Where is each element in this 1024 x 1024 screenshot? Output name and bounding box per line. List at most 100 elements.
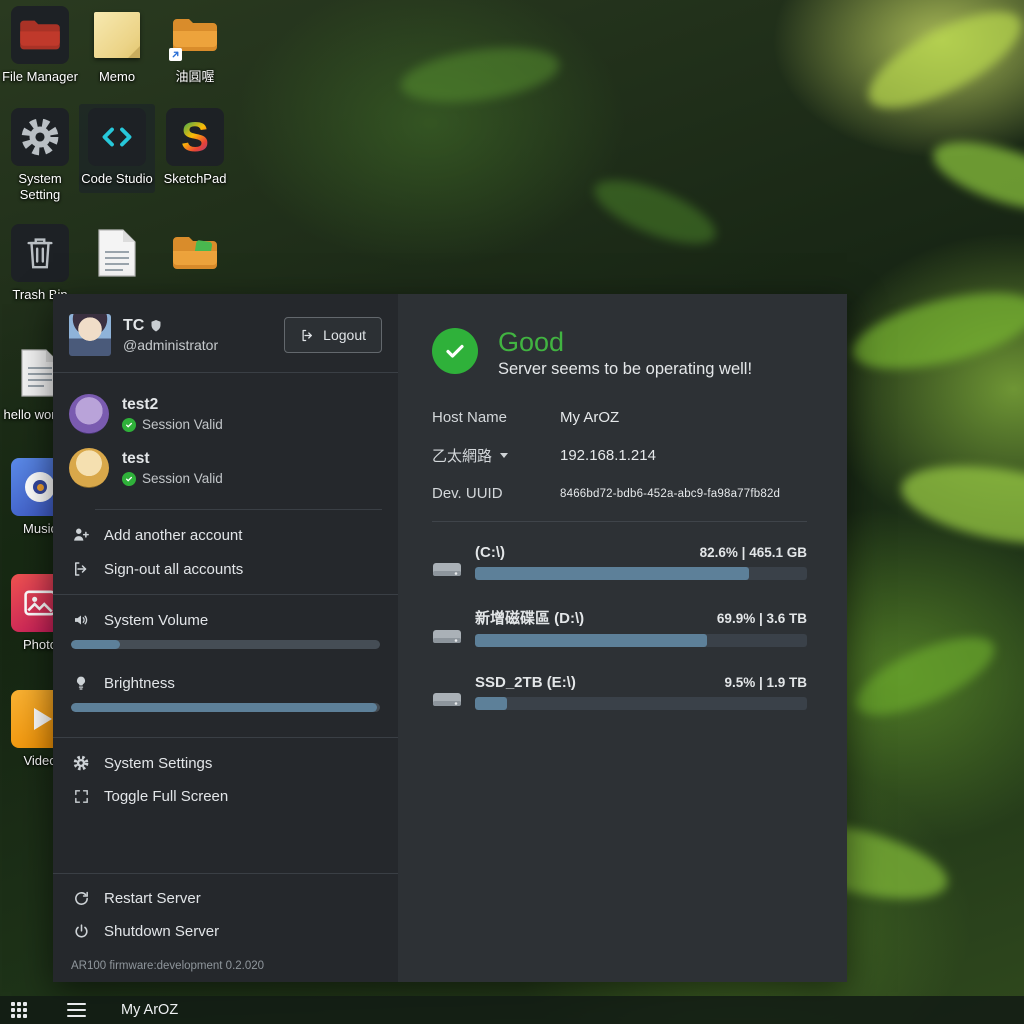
icon-label: Music: [23, 521, 57, 537]
gear-icon: [71, 754, 91, 772]
folder-shortcut-icon: [166, 6, 224, 64]
system-settings-item[interactable]: System Settings: [53, 746, 398, 780]
speaker-icon: [71, 611, 91, 629]
disk-row: (C:\) 82.6% | 465.1 GB: [432, 544, 807, 580]
status-message: Server seems to be operating well!: [498, 360, 752, 379]
session-status: Session Valid: [142, 471, 223, 486]
menu-label: Add another account: [104, 527, 242, 544]
host-value: My ArOZ: [560, 409, 619, 426]
check-icon: [122, 418, 136, 432]
menu-label: System Settings: [104, 755, 212, 772]
shield-icon: [150, 319, 162, 333]
chevron-down-icon: [500, 453, 508, 458]
icon-label: Code Studio: [81, 171, 153, 187]
menu-label: Shutdown Server: [104, 923, 219, 940]
ip-address: 192.168.1.214: [560, 447, 656, 464]
power-actions: Restart Server Shutdown Server AR100 fir…: [53, 873, 398, 982]
disk-name: (C:\): [475, 544, 505, 561]
menu-label: Restart Server: [104, 890, 201, 907]
leaf-shape: [856, 0, 1024, 126]
disk-row: SSD_2TB (E:\) 9.5% | 1.9 TB: [432, 674, 807, 710]
trash-icon: [11, 224, 69, 282]
folder-green-icon: [166, 224, 224, 282]
desktop-icon-system-setting[interactable]: System Setting: [2, 108, 78, 202]
disk-usage-bar: [475, 697, 807, 710]
desktop-icon-folder-shortcut[interactable]: 油圓喔: [157, 6, 233, 85]
logout-icon: [300, 328, 315, 343]
host-row: Host Name My ArOZ: [432, 409, 807, 426]
restart-server-item[interactable]: Restart Server: [53, 882, 398, 915]
leaf-shape: [397, 39, 562, 111]
disk-name: SSD_2TB (E:\): [475, 674, 576, 691]
file-manager-icon: [11, 6, 69, 64]
desktop-icon-code-studio[interactable]: Code Studio: [79, 104, 155, 193]
system-volume-item: System Volume: [53, 603, 398, 637]
gear-icon: [11, 108, 69, 166]
desktop-icon-document[interactable]: [79, 224, 155, 287]
sign-out-icon: [71, 560, 91, 578]
menu-label: Toggle Full Screen: [104, 788, 228, 805]
disk-row: 新增磁碟區 (D:\) 69.9% | 3.6 TB: [432, 607, 807, 647]
logout-button[interactable]: Logout: [284, 317, 382, 353]
menu-button[interactable]: [56, 996, 97, 1024]
accounts-list: test2 Session Valid test: [53, 373, 398, 509]
fullscreen-icon: [71, 788, 91, 805]
disk-usage: 69.9% | 3.6 TB: [717, 611, 807, 626]
volume-fill: [71, 640, 120, 649]
account-actions: Add another account Sign-out all account…: [53, 510, 398, 594]
desktop-icon-file-manager[interactable]: File Manager: [2, 6, 78, 85]
disk-usage-bar: [475, 567, 807, 580]
network-selector[interactable]: 乙太網路: [432, 445, 560, 466]
drive-icon: [432, 690, 462, 710]
user-panel: TC @administrator Logout test2: [53, 294, 398, 982]
account-name: test: [122, 450, 223, 468]
brightness-fill: [71, 703, 377, 712]
desktop-icon-sketchpad[interactable]: S SketchPad: [157, 108, 233, 187]
disk-usage: 82.6% | 465.1 GB: [700, 545, 807, 560]
menu-label: System Volume: [104, 612, 208, 629]
avatar: [69, 394, 109, 434]
icon-label: System Setting: [2, 171, 78, 202]
firmware-version: AR100 firmware:development 0.2.020: [53, 956, 398, 982]
volume-slider[interactable]: [71, 640, 380, 649]
app-launcher-button[interactable]: [0, 996, 38, 1024]
leaf-shape: [926, 128, 1024, 224]
desktop-icon-folder-green[interactable]: [157, 224, 233, 287]
power-icon: [71, 923, 91, 940]
desktop-icon-memo[interactable]: Memo: [79, 6, 155, 85]
status-header: Good Server seems to be operating well!: [432, 328, 807, 379]
taskbar-title: My ArOZ: [121, 1002, 178, 1018]
menu-label: Brightness: [104, 675, 175, 692]
icon-label: Memo: [99, 69, 135, 85]
network-row: 乙太網路 192.168.1.214: [432, 445, 807, 466]
logout-label: Logout: [323, 327, 366, 343]
leaf-shape: [896, 452, 1024, 557]
account-row[interactable]: test2 Session Valid: [69, 387, 382, 441]
uuid-value: 8466bd72-bdb6-452a-abc9-fa98a77fb82d: [560, 488, 780, 500]
user-status-panel: TC @administrator Logout test2: [53, 294, 847, 982]
brightness-slider[interactable]: [71, 703, 380, 712]
user-name: TC: [123, 317, 144, 335]
memo-icon: [88, 6, 146, 64]
shortcut-arrow-icon: [169, 48, 182, 61]
icon-label: File Manager: [2, 69, 78, 85]
menu-label: Sign-out all accounts: [104, 561, 243, 578]
icon-label: Photo: [23, 637, 57, 653]
toggle-fullscreen-item[interactable]: Toggle Full Screen: [53, 780, 398, 813]
user-header: TC @administrator Logout: [53, 294, 398, 372]
divider: [432, 521, 807, 522]
lightbulb-icon: [71, 674, 91, 692]
signout-all-item[interactable]: Sign-out all accounts: [53, 552, 398, 586]
restart-icon: [71, 890, 91, 907]
uuid-label: Dev. UUID: [432, 485, 560, 502]
leaf-shape: [846, 622, 1004, 731]
desktop-icon-trash[interactable]: Trash Bin: [2, 224, 78, 303]
person-plus-icon: [71, 526, 91, 544]
check-icon: [122, 472, 136, 486]
add-account-item[interactable]: Add another account: [53, 518, 398, 552]
account-row[interactable]: test Session Valid: [69, 441, 382, 495]
system-controls: System Volume Brightness: [53, 595, 398, 737]
shutdown-server-item[interactable]: Shutdown Server: [53, 915, 398, 948]
disk-usage-fill: [475, 697, 507, 710]
settings-actions: System Settings Toggle Full Screen: [53, 738, 398, 821]
